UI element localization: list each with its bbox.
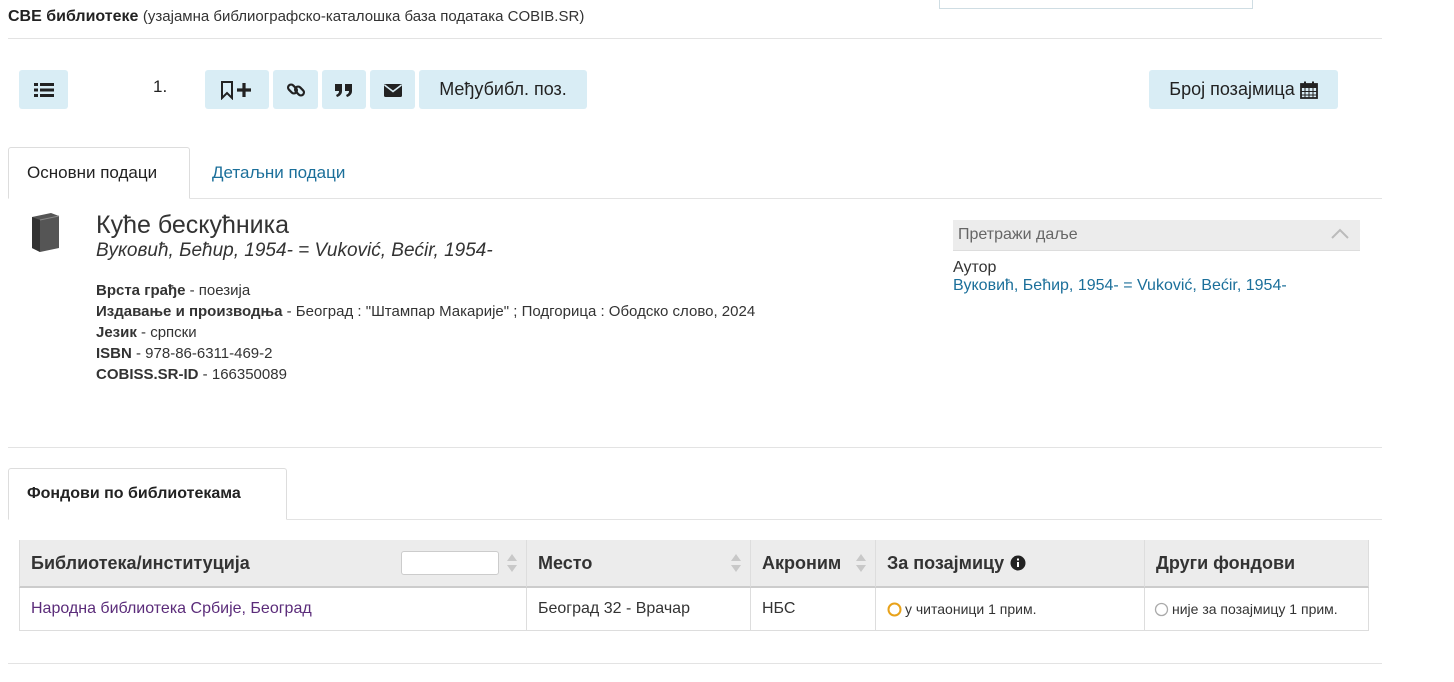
- tab-basic-data[interactable]: Основни подаци: [8, 147, 190, 199]
- header-subtitle: (узајамна библиографско-каталошка база п…: [142, 8, 585, 25]
- place-value: Београд 32 - Врачар: [538, 600, 690, 617]
- column-header-acronym[interactable]: Акроним: [751, 540, 876, 588]
- loan-status: у читаоници 1 прим.: [905, 601, 1037, 617]
- column-header-place[interactable]: Место: [527, 540, 751, 588]
- tab-holdings-label: Фондови по библиотекама: [27, 485, 241, 502]
- top-search-input[interactable]: [939, 0, 1253, 9]
- column-header-loan: За позајмицу: [876, 540, 1145, 588]
- field-value: - Београд : "Штампар Макарије" ; Подгори…: [282, 303, 756, 320]
- field-label: Издавање и производња: [96, 303, 283, 320]
- column-header-label: Други фондови: [1156, 552, 1296, 573]
- chevron-up-icon: [1331, 228, 1349, 239]
- field-value: - српски: [136, 324, 197, 341]
- search-further-author-link[interactable]: Вуковић, Бећир, 1954- = Vuković, Bećir, …: [953, 277, 1287, 295]
- sort-icon[interactable]: [730, 552, 742, 574]
- status-circle-icon: [1154, 602, 1169, 616]
- field-publication: Издавање и производња - Београд : "Штамп…: [96, 303, 755, 320]
- column-header-other: Други фондови: [1145, 540, 1369, 588]
- add-bookmark-button[interactable]: [205, 70, 269, 109]
- permalink-button[interactable]: [273, 70, 318, 109]
- library-link[interactable]: Народна библиотека Србије, Београд: [31, 600, 312, 618]
- sort-icon[interactable]: [855, 552, 867, 574]
- cell-other: није за позајмицу 1 прим.: [1145, 588, 1369, 631]
- field-value: - 978-86-6311-469-2: [131, 345, 273, 362]
- library-filter-input[interactable]: [401, 551, 499, 575]
- field-label: COBISS.SR-ID: [96, 366, 199, 383]
- loans-count-label: Број позајмица: [1169, 79, 1295, 99]
- envelope-icon: [383, 83, 402, 97]
- header-title: СВЕ библиотеке: [8, 8, 139, 25]
- tab-holdings[interactable]: Фондови по библиотекама: [8, 468, 287, 520]
- loans-count-button[interactable]: Број позајмица: [1149, 70, 1338, 109]
- field-cobiss-id: COBISS.SR-ID - 166350089: [96, 366, 287, 383]
- email-button[interactable]: [370, 70, 415, 109]
- tab-detailed-data[interactable]: Детаљни подаци: [194, 147, 363, 199]
- column-header-label: Акроним: [762, 552, 842, 573]
- field-language: Језик - српски: [96, 324, 197, 341]
- list-view-button[interactable]: [19, 70, 68, 109]
- column-header-label: За позајмицу: [887, 552, 1005, 573]
- sort-icon[interactable]: [506, 552, 518, 574]
- bookmark-plus-icon: [221, 80, 251, 100]
- field-label: Врста грађе: [96, 282, 186, 299]
- cell-place: Београд 32 - Врачар: [527, 588, 751, 631]
- status-circle-icon: [887, 602, 902, 616]
- field-material-type: Врста грађе - поезија: [96, 282, 250, 299]
- record-divider: [8, 447, 1382, 448]
- column-header-library[interactable]: Библиотека/институција: [19, 540, 527, 588]
- field-isbn: ISBN - 978-86-6311-469-2: [96, 345, 273, 362]
- other-status: није за позајмицу 1 прим.: [1172, 601, 1338, 617]
- interlibrary-loan-button[interactable]: Међубибл. поз.: [419, 70, 587, 109]
- field-label: Језик: [96, 324, 137, 341]
- column-header-label: Библиотека/институција: [31, 552, 250, 573]
- tab-detailed-data-label: Детаљни подаци: [212, 163, 346, 182]
- info-icon[interactable]: [1010, 555, 1026, 571]
- cell-library[interactable]: Народна библиотека Србије, Београд: [19, 588, 527, 631]
- field-value: - поезија: [185, 282, 251, 299]
- cell-loan: у читаоници 1 прим.: [876, 588, 1145, 631]
- acronym-value: НБС: [762, 600, 796, 617]
- link-icon: [286, 82, 305, 97]
- interlibrary-loan-label: Међубибл. поз.: [439, 79, 567, 99]
- quote-icon: [335, 83, 352, 97]
- book-icon: [32, 213, 60, 252]
- record-title: Куће бескућника: [96, 211, 290, 239]
- search-further-author-label: Аутор: [953, 259, 997, 276]
- cell-acronym: НБС: [751, 588, 876, 631]
- calendar-icon: [1299, 81, 1318, 99]
- column-header-label: Место: [538, 552, 593, 573]
- field-label: ISBN: [96, 345, 132, 362]
- header-divider: [8, 38, 1382, 39]
- field-value: - 166350089: [198, 366, 287, 383]
- search-further-title: Претражи даље: [958, 226, 1078, 243]
- tab-basic-data-label: Основни подаци: [27, 163, 158, 182]
- page-header: СВЕ библиотеке (узајамна библиографско-к…: [8, 8, 584, 26]
- cite-button[interactable]: [322, 70, 366, 109]
- list-icon: [33, 82, 54, 97]
- record-author: Вуковић, Бећир, 1954- = Vuković, Bećir, …: [96, 240, 493, 261]
- footer-divider: [8, 663, 1382, 664]
- search-further-header[interactable]: Претражи даље: [953, 220, 1360, 251]
- record-number: 1.: [153, 77, 168, 96]
